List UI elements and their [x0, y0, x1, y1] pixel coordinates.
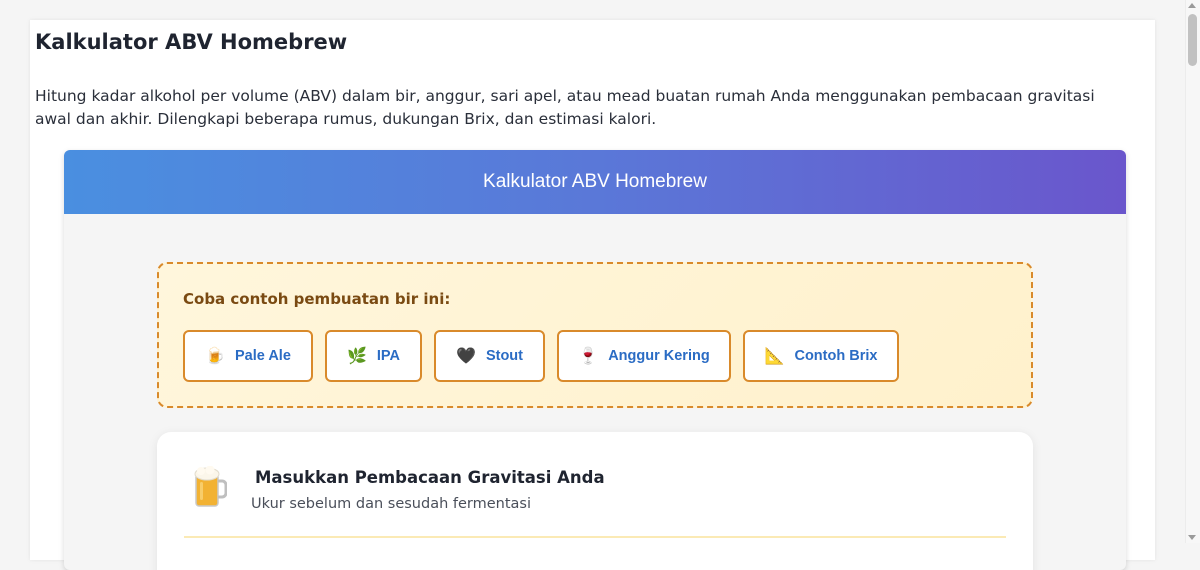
example-button-stout[interactable]: 🖤 Stout	[434, 330, 545, 382]
example-button-contoh-brix[interactable]: 📐 Contoh Brix	[743, 330, 899, 382]
scroll-up-arrow-icon[interactable]	[1188, 3, 1196, 8]
page-card: Kalkulator ABV Homebrew Hitung kadar alk…	[30, 20, 1155, 570]
page-description: Hitung kadar alkohol per volume (ABV) da…	[35, 87, 1095, 128]
example-button-label: IPA	[376, 348, 401, 364]
example-button-label: Contoh Brix	[794, 348, 878, 364]
calculator-header: Kalkulator ABV Homebrew	[64, 150, 1126, 214]
herb-icon: 🌿	[346, 348, 367, 365]
gravity-card-subtitle: Ukur sebelum dan sesudah fermentasi	[251, 496, 531, 512]
beer-mug-icon	[194, 466, 227, 507]
black-heart-icon: 🖤	[456, 348, 476, 365]
scroll-down-arrow-icon[interactable]	[1188, 535, 1196, 540]
example-button-pale-ale[interactable]: 🍺 Pale Ale	[183, 330, 313, 382]
vertical-scrollbar[interactable]	[1185, 0, 1200, 543]
gravity-input-card: Masukkan Pembacaan Gravitasi Anda Ukur s…	[157, 432, 1033, 570]
example-button-label: Stout	[485, 348, 523, 364]
wine-glass-icon: 🍷	[578, 348, 599, 365]
examples-title: Coba contoh pembuatan bir ini:	[183, 290, 451, 308]
example-button-label: Anggur Kering	[608, 348, 710, 364]
gravity-card-title: Masukkan Pembacaan Gravitasi Anda	[255, 468, 605, 487]
calculator-panel: Kalkulator ABV Homebrew Coba contoh pemb…	[64, 150, 1126, 570]
triangular-ruler-icon: 📐	[764, 348, 785, 365]
example-button-ipa[interactable]: 🌿 IPA	[325, 330, 422, 382]
scrollbar-thumb[interactable]	[1188, 14, 1197, 66]
divider	[184, 536, 1006, 538]
beer-mug-icon: 🍺	[205, 348, 226, 365]
page-title: Kalkulator ABV Homebrew	[35, 30, 348, 54]
example-button-anggur-kering[interactable]: 🍷 Anggur Kering	[557, 330, 731, 382]
example-button-label: Pale Ale	[235, 348, 291, 364]
examples-box: Coba contoh pembuatan bir ini: 🍺 Pale Al…	[157, 262, 1033, 408]
